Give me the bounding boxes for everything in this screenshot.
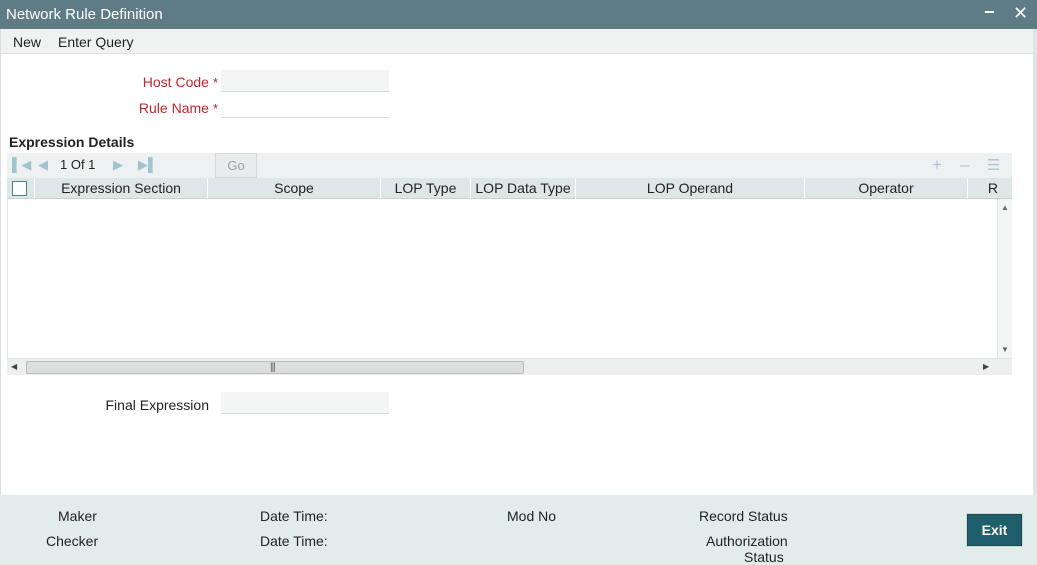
go-button[interactable]: Go bbox=[215, 153, 257, 178]
minimize-icon[interactable]: − bbox=[984, 2, 995, 22]
scroll-down-icon[interactable]: ▼ bbox=[1001, 345, 1009, 354]
scroll-up-icon[interactable]: ▲ bbox=[1001, 203, 1009, 212]
mod-no-label: Mod No bbox=[507, 508, 557, 524]
col-lop-type[interactable]: LOP Type bbox=[381, 178, 471, 199]
next-page-icon[interactable]: ▶ bbox=[113, 157, 123, 173]
col-lop-data-type[interactable]: LOP Data Type bbox=[471, 178, 576, 199]
authorization-status-label: Status bbox=[744, 549, 784, 565]
maker-date-time-label: Date Time: bbox=[260, 508, 328, 524]
record-status-label: Record Status bbox=[699, 508, 788, 524]
grid-header: Expression Section Scope LOP Type LOP Da… bbox=[7, 178, 1012, 199]
checker-date-time-label: Date Time: bbox=[260, 533, 328, 549]
scroll-grip-icon: ||| bbox=[270, 362, 276, 373]
rule-name-input[interactable] bbox=[221, 96, 389, 118]
select-all-cell bbox=[7, 178, 35, 199]
previous-page-icon[interactable]: ◀ bbox=[38, 157, 48, 173]
first-page-icon[interactable]: ▌◀ bbox=[12, 157, 31, 173]
required-marker: * bbox=[212, 75, 218, 90]
exit-button[interactable]: Exit bbox=[967, 514, 1022, 546]
menu-new[interactable]: New bbox=[13, 34, 41, 50]
menu-enter-query[interactable]: Enter Query bbox=[58, 34, 133, 50]
horizontal-scrollbar[interactable]: ◀ ||| ▶ bbox=[7, 358, 1012, 375]
audit-footer bbox=[0, 495, 1037, 565]
last-page-icon[interactable]: ▶▌ bbox=[138, 157, 157, 173]
menu-bar: New Enter Query bbox=[0, 29, 1035, 54]
col-lop-operand[interactable]: LOP Operand bbox=[576, 178, 805, 199]
add-row-icon[interactable]: + bbox=[932, 155, 942, 175]
horizontal-scroll-thumb[interactable]: ||| bbox=[26, 361, 524, 374]
authorization-label: Authorization bbox=[706, 533, 788, 549]
expression-details-title: Expression Details bbox=[9, 134, 135, 150]
window-titlebar: Network Rule Definition − ✕ bbox=[0, 0, 1037, 29]
host-code-label: Host Code * bbox=[100, 74, 218, 90]
col-rop-partial[interactable]: R bbox=[968, 178, 1012, 199]
maker-label: Maker bbox=[58, 508, 97, 524]
rule-name-label: Rule Name * bbox=[100, 100, 218, 116]
final-expression-input[interactable] bbox=[221, 392, 389, 414]
expression-grid-body bbox=[7, 199, 997, 358]
col-expression-section[interactable]: Expression Section bbox=[35, 178, 208, 199]
pager-text: 1 Of 1 bbox=[60, 157, 96, 172]
host-code-label-text: Host Code bbox=[142, 74, 209, 90]
right-border bbox=[1033, 29, 1037, 565]
select-all-checkbox[interactable] bbox=[12, 181, 27, 196]
final-expression-label: Final Expression bbox=[105, 397, 210, 413]
rule-name-label-text: Rule Name bbox=[138, 100, 209, 116]
grid-toolbar: ▌◀ ◀ 1 Of 1 ▶ ▶▌ Go + – ☰ bbox=[7, 153, 1012, 178]
vertical-scrollbar[interactable]: ▲ ▼ bbox=[997, 199, 1012, 358]
scroll-right-icon[interactable]: ▶ bbox=[983, 362, 989, 371]
host-code-input[interactable] bbox=[221, 70, 389, 92]
col-operator[interactable]: Operator bbox=[805, 178, 968, 199]
single-view-icon[interactable]: ☰ bbox=[987, 156, 1000, 174]
col-scope[interactable]: Scope bbox=[208, 178, 381, 199]
required-marker: * bbox=[212, 101, 218, 116]
close-icon[interactable]: ✕ bbox=[1013, 3, 1028, 23]
scroll-left-icon[interactable]: ◀ bbox=[11, 362, 17, 371]
window-title: Network Rule Definition bbox=[6, 6, 163, 23]
delete-row-icon[interactable]: – bbox=[960, 155, 969, 175]
checker-label: Checker bbox=[46, 533, 99, 549]
left-border bbox=[0, 29, 1, 495]
